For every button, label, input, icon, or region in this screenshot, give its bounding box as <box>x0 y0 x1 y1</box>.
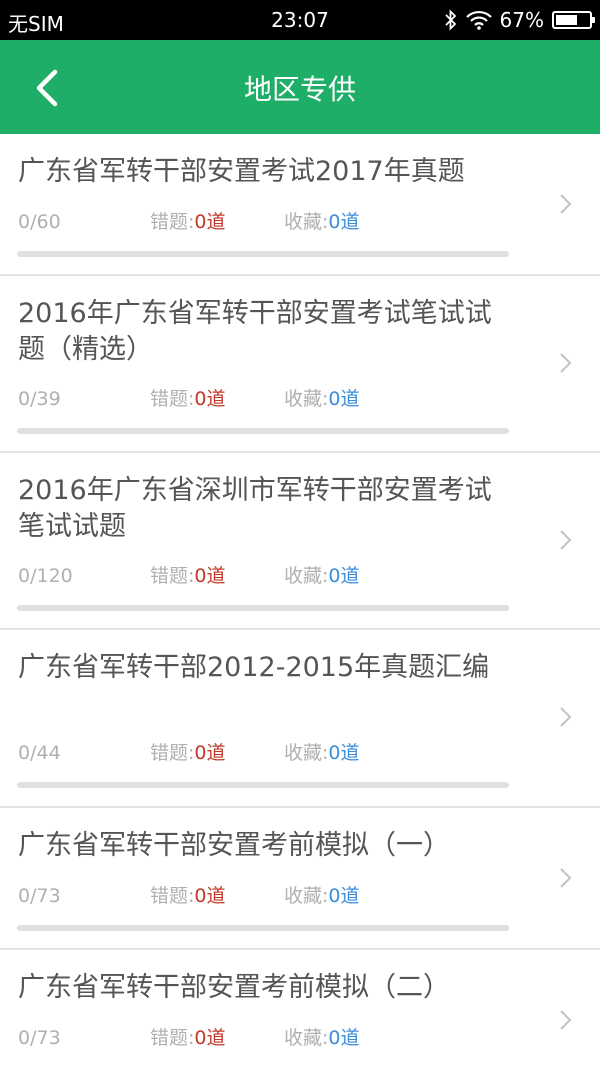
favorite-value: 0道 <box>328 211 360 233</box>
wrong-label: 错题: <box>150 742 195 764</box>
exam-progress-text: 0/73 <box>18 1027 61 1049</box>
wrong-count: 错题:0道 <box>150 1027 226 1049</box>
wrong-count: 错题:0道 <box>150 565 226 587</box>
wrong-label: 错题: <box>150 388 195 410</box>
wrong-count: 错题:0道 <box>150 885 226 907</box>
exam-title: 广东省军转干部安置考前模拟（二） <box>18 972 450 1003</box>
exam-list-item[interactable]: 广东省军转干部安置考试2017年真题 0/60 错题:0道 收藏:0道 <box>0 134 600 276</box>
chevron-right-icon <box>560 868 572 888</box>
battery-percent: 67% <box>499 8 544 32</box>
wrong-count: 错题:0道 <box>150 742 226 764</box>
favorite-label: 收藏: <box>284 742 329 764</box>
exam-title: 广东省军转干部安置考试2017年真题 <box>18 156 465 187</box>
exam-title: 广东省军转干部2012-2015年真题汇编 <box>18 652 490 683</box>
wrong-label: 错题: <box>150 1027 195 1049</box>
progress-bar <box>17 428 509 434</box>
exam-title: 2016年广东省军转干部安置考试笔试试题（精选） <box>18 298 492 365</box>
bluetooth-icon <box>444 9 458 31</box>
favorite-count: 收藏:0道 <box>284 742 360 764</box>
favorite-count: 收藏:0道 <box>284 388 360 410</box>
exam-title: 广东省军转干部安置考前模拟（一） <box>18 830 450 861</box>
wrong-count: 错题:0道 <box>150 211 226 233</box>
progress-bar <box>17 925 509 931</box>
chevron-right-icon <box>560 530 572 550</box>
wrong-value: 0道 <box>194 742 226 764</box>
wrong-label: 错题: <box>150 885 195 907</box>
favorite-value: 0道 <box>328 742 360 764</box>
progress-bar <box>17 605 509 611</box>
exam-progress-text: 0/39 <box>18 388 61 410</box>
status-icons: 67% <box>444 6 595 34</box>
wrong-value: 0道 <box>194 565 226 587</box>
chevron-right-icon <box>560 1010 572 1030</box>
exam-progress-text: 0/60 <box>18 211 61 233</box>
exam-list-item[interactable]: 广东省军转干部安置考前模拟（二） 0/73 错题:0道 收藏:0道 <box>0 950 600 1067</box>
favorite-label: 收藏: <box>284 565 329 587</box>
exam-list-item[interactable]: 2016年广东省军转干部安置考试笔试试题（精选） 0/39 错题:0道 收藏:0… <box>0 276 600 453</box>
favorite-count: 收藏:0道 <box>284 565 360 587</box>
chevron-right-icon <box>560 707 572 727</box>
wrong-value: 0道 <box>194 211 226 233</box>
chevron-right-icon <box>560 194 572 214</box>
exam-progress-text: 0/44 <box>18 742 61 764</box>
favorite-value: 0道 <box>328 565 360 587</box>
favorite-count: 收藏:0道 <box>284 211 360 233</box>
favorite-value: 0道 <box>328 388 360 410</box>
favorite-count: 收藏:0道 <box>284 1027 360 1049</box>
wrong-label: 错题: <box>150 565 195 587</box>
chevron-right-icon <box>560 353 572 373</box>
wrong-value: 0道 <box>194 885 226 907</box>
favorite-label: 收藏: <box>284 1027 329 1049</box>
favorite-label: 收藏: <box>284 388 329 410</box>
wrong-label: 错题: <box>150 211 195 233</box>
exam-list-item[interactable]: 广东省军转干部2012-2015年真题汇编 0/44 错题:0道 收藏:0道 <box>0 630 600 808</box>
exam-progress-text: 0/120 <box>18 565 73 587</box>
favorite-count: 收藏:0道 <box>284 885 360 907</box>
status-bar: 无SIM 23:07 67% <box>0 0 600 40</box>
progress-bar <box>17 782 509 788</box>
favorite-label: 收藏: <box>284 211 329 233</box>
app-bar: 地区专供 <box>0 40 600 134</box>
wrong-value: 0道 <box>194 1027 226 1049</box>
progress-bar <box>17 251 509 257</box>
exam-list-item[interactable]: 2016年广东省深圳市军转干部安置考试笔试试题 0/120 错题:0道 收藏:0… <box>0 453 600 630</box>
exam-progress-text: 0/73 <box>18 885 61 907</box>
favorite-label: 收藏: <box>284 885 329 907</box>
favorite-value: 0道 <box>328 1027 360 1049</box>
exam-list: 广东省军转干部安置考试2017年真题 0/60 错题:0道 收藏:0道 2016… <box>0 134 600 1067</box>
page-title: 地区专供 <box>243 73 356 106</box>
wrong-value: 0道 <box>194 388 226 410</box>
exam-list-item[interactable]: 广东省军转干部安置考前模拟（一） 0/73 错题:0道 收藏:0道 <box>0 808 600 950</box>
battery-level <box>556 15 578 25</box>
battery-icon <box>552 11 595 29</box>
wrong-count: 错题:0道 <box>150 388 226 410</box>
exam-title: 2016年广东省深圳市军转干部安置考试笔试试题 <box>18 475 492 542</box>
favorite-value: 0道 <box>328 885 360 907</box>
wifi-icon <box>465 10 492 30</box>
